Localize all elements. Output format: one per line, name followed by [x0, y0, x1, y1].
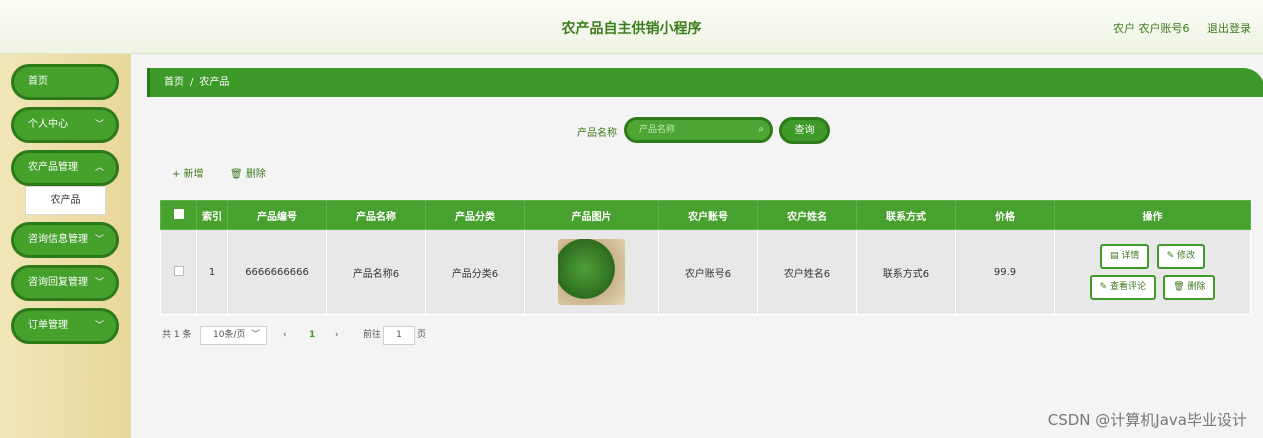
row-checkbox[interactable] — [160, 229, 197, 315]
sidebar-item-orders[interactable]: 订单管理 ﹀ — [11, 308, 119, 344]
detail-label: 详情 — [1121, 251, 1140, 261]
sidebar-item-label: 个人中心 — [28, 119, 68, 130]
search-placeholder: 产品名称 — [639, 125, 676, 135]
cell-contact: 联系方式6 — [856, 229, 956, 315]
cell-account: 农户账号6 — [658, 229, 758, 315]
chevron-down-icon: ﹀ — [94, 278, 104, 288]
col-header: 农户账号 — [658, 200, 758, 230]
header: 农产品自主供销小程序 农户 农户账号6 退出登录 — [0, 0, 1263, 54]
page-number[interactable]: 1 — [309, 326, 315, 345]
row-delete-button[interactable]: 🗑 删除 — [1163, 275, 1216, 300]
prev-page-button[interactable]: ‹ — [283, 326, 287, 345]
trash-icon: 🗑 — [1173, 282, 1185, 292]
logout-link[interactable]: 退出登录 — [1207, 22, 1251, 35]
cell-actions: ▤ 详情 ✎ 修改 ✎ 查看评论 🗑 删除 — [1054, 229, 1251, 315]
cell-index: 1 — [196, 229, 228, 315]
sidebar-item-products[interactable]: 农产品管理 ︿ — [11, 150, 119, 186]
delete-label: 删除 — [245, 169, 266, 180]
search-label: 产品名称 — [577, 128, 617, 139]
sidebar-item-label: 订单管理 — [28, 320, 68, 331]
col-header: 产品名称 — [326, 200, 426, 230]
chevron-down-icon: ﹀ — [250, 330, 260, 340]
goto-label: 前往 — [363, 330, 382, 340]
product-image — [558, 239, 625, 305]
document-icon: ▤ — [1109, 251, 1119, 261]
table-header-row: 索引 产品编号 产品名称 产品分类 产品图片 农户账号 农户姓名 联系方式 价格… — [160, 200, 1251, 230]
sidebar-item-label: 咨询信息管理 — [28, 234, 88, 245]
col-header: 操作 — [1054, 200, 1251, 230]
col-header: 产品图片 — [524, 200, 659, 230]
user-label: 农户 农户账号6 — [1113, 22, 1190, 35]
sidebar-item-consult[interactable]: 咨询信息管理 ﹀ — [11, 222, 119, 258]
review-label: 查看评论 — [1109, 282, 1146, 292]
delete-button[interactable]: 🗑 删除 — [230, 165, 266, 180]
cell-name: 产品名称6 — [326, 229, 426, 315]
breadcrumb-home[interactable]: 首页 — [164, 77, 184, 88]
table-row: 1 6666666666 产品名称6 产品分类6 农户账号6 农户姓名6 联系方… — [160, 229, 1251, 315]
chevron-up-icon: ︿ — [94, 163, 104, 173]
edit-icon: ✎ — [1166, 251, 1175, 261]
row-delete-label: 删除 — [1187, 282, 1206, 292]
chevron-down-icon: ﹀ — [94, 235, 104, 245]
cell-code: 6666666666 — [227, 229, 327, 315]
goto-suffix: 页 — [417, 330, 427, 340]
page-size-select[interactable]: 10条/页 ﹀ — [200, 326, 267, 345]
edit-label: 修改 — [1177, 251, 1196, 261]
search-input[interactable]: 产品名称 ⌕ — [624, 117, 773, 143]
col-header: 索引 — [196, 200, 228, 230]
app-title: 农产品自主供销小程序 — [561, 21, 702, 37]
edit-icon: ✎ — [1099, 282, 1108, 292]
breadcrumb-current: 农产品 — [199, 77, 230, 88]
sidebar-item-home[interactable]: 首页 — [11, 64, 119, 100]
breadcrumb-separator: / — [190, 77, 194, 88]
edit-button[interactable]: ✎ 修改 — [1156, 244, 1206, 269]
col-header: 产品编号 — [227, 200, 327, 230]
sidebar-item-label: 农产品管理 — [28, 162, 78, 173]
col-header: 价格 — [955, 200, 1055, 230]
sidebar-item-label: 咨询回复管理 — [28, 277, 88, 288]
cell-image — [524, 229, 659, 315]
sidebar-item-profile[interactable]: 个人中心 ﹀ — [11, 107, 119, 143]
cell-price: 99.9 — [955, 229, 1055, 315]
chevron-down-icon: ﹀ — [94, 321, 104, 331]
next-page-button[interactable]: › — [335, 326, 339, 345]
search-button[interactable]: 查询 — [779, 117, 830, 144]
main-content: 首页 / 农产品 产品名称 产品名称 ⌕ 查询 + 新增 🗑 删除 索引 产品编号 … — [131, 54, 1263, 438]
col-header: 产品分类 — [425, 200, 525, 230]
trash-icon: 🗑 — [230, 169, 243, 180]
select-all-checkbox[interactable] — [160, 200, 197, 230]
add-button[interactable]: + 新增 — [172, 165, 204, 180]
sidebar-item-label: 首页 — [28, 76, 48, 87]
cell-category: 产品分类6 — [425, 229, 525, 315]
col-header: 联系方式 — [856, 200, 956, 230]
sidebar-item-reply[interactable]: 咨询回复管理 ﹀ — [11, 265, 119, 301]
cell-farmer: 农户姓名6 — [757, 229, 857, 315]
goto-page-input[interactable]: 1 — [383, 326, 415, 345]
total-count: 共 1 条 — [162, 330, 192, 340]
col-header: 农户姓名 — [757, 200, 857, 230]
watermark: CSDN @计算机Java毕业设计 — [1047, 411, 1247, 429]
search-icon: ⌕ — [758, 124, 764, 135]
detail-button[interactable]: ▤ 详情 — [1099, 244, 1150, 269]
product-table: 索引 产品编号 产品名称 产品分类 产品图片 农户账号 农户姓名 联系方式 价格… — [160, 200, 1251, 315]
sidebar: 首页 个人中心 ﹀ 农产品管理 ︿ 咨询信息管理 ﹀ 咨询回复管理 ﹀ 订单管理 ﹀ — [0, 54, 131, 438]
user-area: 农户 农户账号6 退出登录 — [1099, 20, 1251, 36]
chevron-down-icon: ﹀ — [94, 120, 104, 130]
submenu-item-products[interactable]: 农产品 — [25, 186, 106, 215]
view-review-button[interactable]: ✎ 查看评论 — [1089, 275, 1156, 300]
page-size-value: 10条/页 — [213, 330, 246, 340]
breadcrumb: 首页 / 农产品 — [147, 68, 1263, 97]
